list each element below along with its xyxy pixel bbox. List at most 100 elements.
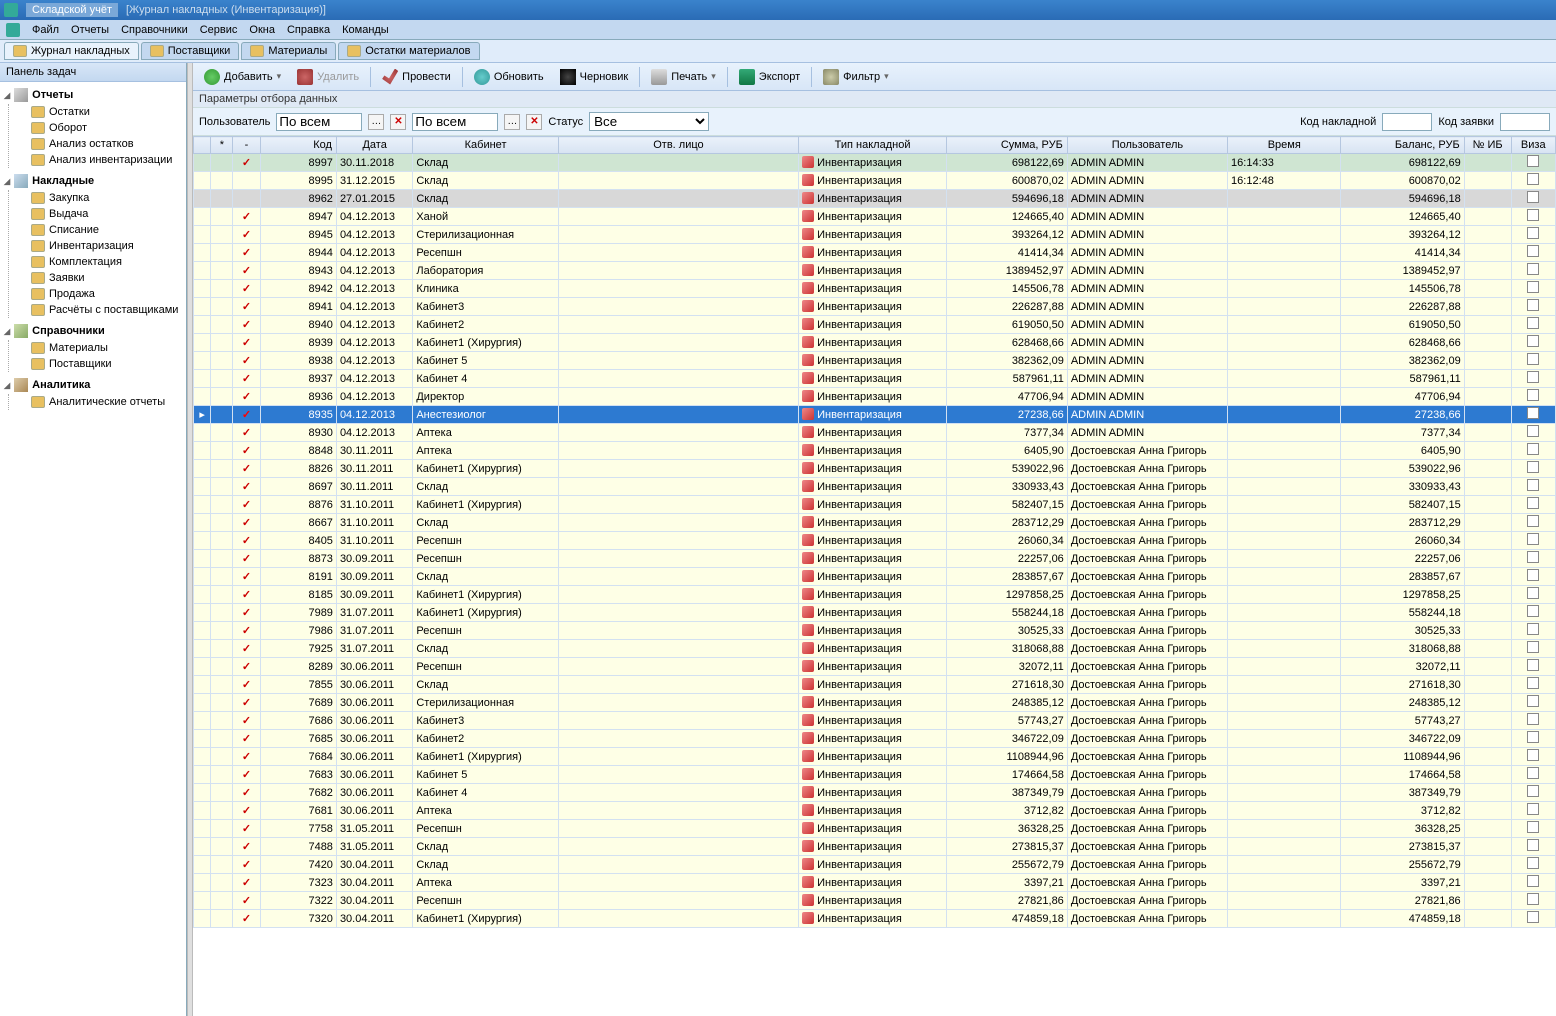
column-header[interactable]: Дата — [336, 137, 412, 154]
menu-справка[interactable]: Справка — [281, 22, 336, 38]
visa-checkbox[interactable] — [1527, 389, 1539, 401]
visa-checkbox[interactable] — [1527, 677, 1539, 689]
column-header[interactable]: * — [211, 137, 233, 154]
table-row[interactable]: ✓893604.12.2013ДиректорИнвентаризация477… — [194, 388, 1556, 406]
visa-checkbox[interactable] — [1527, 191, 1539, 203]
tab[interactable]: Поставщики — [141, 42, 240, 60]
table-row[interactable]: ✓887631.10.2011Кабинет1 (Хирургия)Инвент… — [194, 496, 1556, 514]
filter-user2-clear[interactable]: ✕ — [526, 114, 542, 130]
menu-отчеты[interactable]: Отчеты — [65, 22, 115, 38]
tree-item[interactable]: Оборот — [11, 120, 182, 136]
visa-checkbox[interactable] — [1527, 893, 1539, 905]
table-row[interactable]: ✓768630.06.2011Кабинет3Инвентаризация577… — [194, 712, 1556, 730]
table-row[interactable]: ✓792531.07.2011СкладИнвентаризация318068… — [194, 640, 1556, 658]
visa-checkbox[interactable] — [1527, 605, 1539, 617]
filter-user-input[interactable] — [276, 113, 362, 131]
visa-checkbox[interactable] — [1527, 425, 1539, 437]
visa-checkbox[interactable] — [1527, 227, 1539, 239]
visa-checkbox[interactable] — [1527, 371, 1539, 383]
filter-req-input[interactable] — [1500, 113, 1550, 131]
tree-group[interactable]: Отчеты — [4, 86, 182, 104]
visa-checkbox[interactable] — [1527, 533, 1539, 545]
table-row[interactable]: ✓748831.05.2011СкладИнвентаризация273815… — [194, 838, 1556, 856]
tree-group[interactable]: Аналитика — [4, 376, 182, 394]
tree-item[interactable]: Списание — [11, 222, 182, 238]
tab[interactable]: Материалы — [241, 42, 336, 60]
visa-checkbox[interactable] — [1527, 623, 1539, 635]
column-header[interactable]: Сумма, РУБ — [947, 137, 1068, 154]
menu-окна[interactable]: Окна — [243, 22, 281, 38]
table-row[interactable]: ✓894104.12.2013Кабинет3Инвентаризация226… — [194, 298, 1556, 316]
table-row[interactable]: ✓899730.11.2018СкладИнвентаризация698122… — [194, 154, 1556, 172]
filter-user-clear[interactable]: ✕ — [390, 114, 406, 130]
menu-справочники[interactable]: Справочники — [115, 22, 194, 38]
visa-checkbox[interactable] — [1527, 641, 1539, 653]
table-row[interactable]: ✓819130.09.2011СкладИнвентаризация283857… — [194, 568, 1556, 586]
visa-checkbox[interactable] — [1527, 803, 1539, 815]
visa-checkbox[interactable] — [1527, 281, 1539, 293]
menu-сервис[interactable]: Сервис — [194, 22, 244, 38]
table-row[interactable]: ✓768230.06.2011Кабинет 4Инвентаризация38… — [194, 784, 1556, 802]
visa-checkbox[interactable] — [1527, 713, 1539, 725]
table-row[interactable]: ✓828930.06.2011РесепшнИнвентаризация3207… — [194, 658, 1556, 676]
visa-checkbox[interactable] — [1527, 785, 1539, 797]
column-header[interactable]: Пользователь — [1067, 137, 1227, 154]
visa-checkbox[interactable] — [1527, 245, 1539, 257]
table-row[interactable]: ✓893804.12.2013Кабинет 5Инвентаризация38… — [194, 352, 1556, 370]
visa-checkbox[interactable] — [1527, 767, 1539, 779]
column-header[interactable]: Кабинет — [413, 137, 558, 154]
visa-checkbox[interactable] — [1527, 911, 1539, 923]
visa-checkbox[interactable] — [1527, 407, 1539, 419]
toolbar-export-button[interactable]: Экспорт — [732, 65, 807, 89]
toolbar-draft-button[interactable]: Черновик — [553, 65, 636, 89]
tree-item[interactable]: Инвентаризация — [11, 238, 182, 254]
column-header[interactable]: Тип накладной — [799, 137, 947, 154]
table-row[interactable]: ✓893704.12.2013Кабинет 4Инвентаризация58… — [194, 370, 1556, 388]
tree-item[interactable]: Закупка — [11, 190, 182, 206]
visa-checkbox[interactable] — [1527, 695, 1539, 707]
table-row[interactable]: ✓887330.09.2011РесепшнИнвентаризация2225… — [194, 550, 1556, 568]
table-row[interactable]: 896227.01.2015СкладИнвентаризация594696,… — [194, 190, 1556, 208]
table-row[interactable]: ✓785530.06.2011СкладИнвентаризация271618… — [194, 676, 1556, 694]
table-row[interactable]: 899531.12.2015СкладИнвентаризация600870,… — [194, 172, 1556, 190]
column-header[interactable]: Код — [260, 137, 336, 154]
tree-item[interactable]: Комплектация — [11, 254, 182, 270]
visa-checkbox[interactable] — [1527, 155, 1539, 167]
tree-item[interactable]: Расчёты с поставщиками — [11, 302, 182, 318]
visa-checkbox[interactable] — [1527, 497, 1539, 509]
filter-status-select[interactable]: Все — [589, 112, 709, 131]
tree-item[interactable]: Поставщики — [11, 356, 182, 372]
table-row[interactable]: ✓742030.04.2011СкладИнвентаризация255672… — [194, 856, 1556, 874]
column-header[interactable]: Время — [1228, 137, 1341, 154]
tab[interactable]: Остатки материалов — [338, 42, 479, 60]
toolbar-ok-button[interactable]: Провести — [375, 65, 458, 89]
table-row[interactable]: ✓894704.12.2013ХанойИнвентаризация124665… — [194, 208, 1556, 226]
tree-item[interactable]: Анализ инвентаризации — [11, 152, 182, 168]
tree-item[interactable]: Материалы — [11, 340, 182, 356]
column-header[interactable]: Баланс, РУБ — [1341, 137, 1464, 154]
table-row[interactable]: ✓732030.04.2011Кабинет1 (Хирургия)Инвент… — [194, 910, 1556, 928]
visa-checkbox[interactable] — [1527, 263, 1539, 275]
table-row[interactable]: ✓884830.11.2011АптекаИнвентаризация6405,… — [194, 442, 1556, 460]
visa-checkbox[interactable] — [1527, 353, 1539, 365]
visa-checkbox[interactable] — [1527, 299, 1539, 311]
table-row[interactable]: ✓732230.04.2011РесепшнИнвентаризация2782… — [194, 892, 1556, 910]
menu-файл[interactable]: Файл — [26, 22, 65, 38]
grid[interactable]: *-КодДатаКабинетОтв. лицоТип накладнойСу… — [193, 136, 1556, 1016]
filter-user2-input[interactable] — [412, 113, 498, 131]
visa-checkbox[interactable] — [1527, 857, 1539, 869]
tab[interactable]: Журнал накладных — [4, 42, 139, 60]
filter-user2-lookup[interactable]: … — [504, 114, 520, 130]
visa-checkbox[interactable] — [1527, 479, 1539, 491]
table-row[interactable]: ✓893004.12.2013АптекаИнвентаризация7377,… — [194, 424, 1556, 442]
visa-checkbox[interactable] — [1527, 173, 1539, 185]
toolbar-filter-button[interactable]: Фильтр ▾ — [816, 65, 895, 89]
table-row[interactable]: ✓894004.12.2013Кабинет2Инвентаризация619… — [194, 316, 1556, 334]
toolbar-refresh-button[interactable]: Обновить — [467, 65, 551, 89]
table-row[interactable]: ✓798631.07.2011РесепшнИнвентаризация3052… — [194, 622, 1556, 640]
visa-checkbox[interactable] — [1527, 551, 1539, 563]
visa-checkbox[interactable] — [1527, 209, 1539, 221]
column-header[interactable]: - — [233, 137, 260, 154]
table-row[interactable]: ✓768330.06.2011Кабинет 5Инвентаризация17… — [194, 766, 1556, 784]
filter-code-input[interactable] — [1382, 113, 1432, 131]
